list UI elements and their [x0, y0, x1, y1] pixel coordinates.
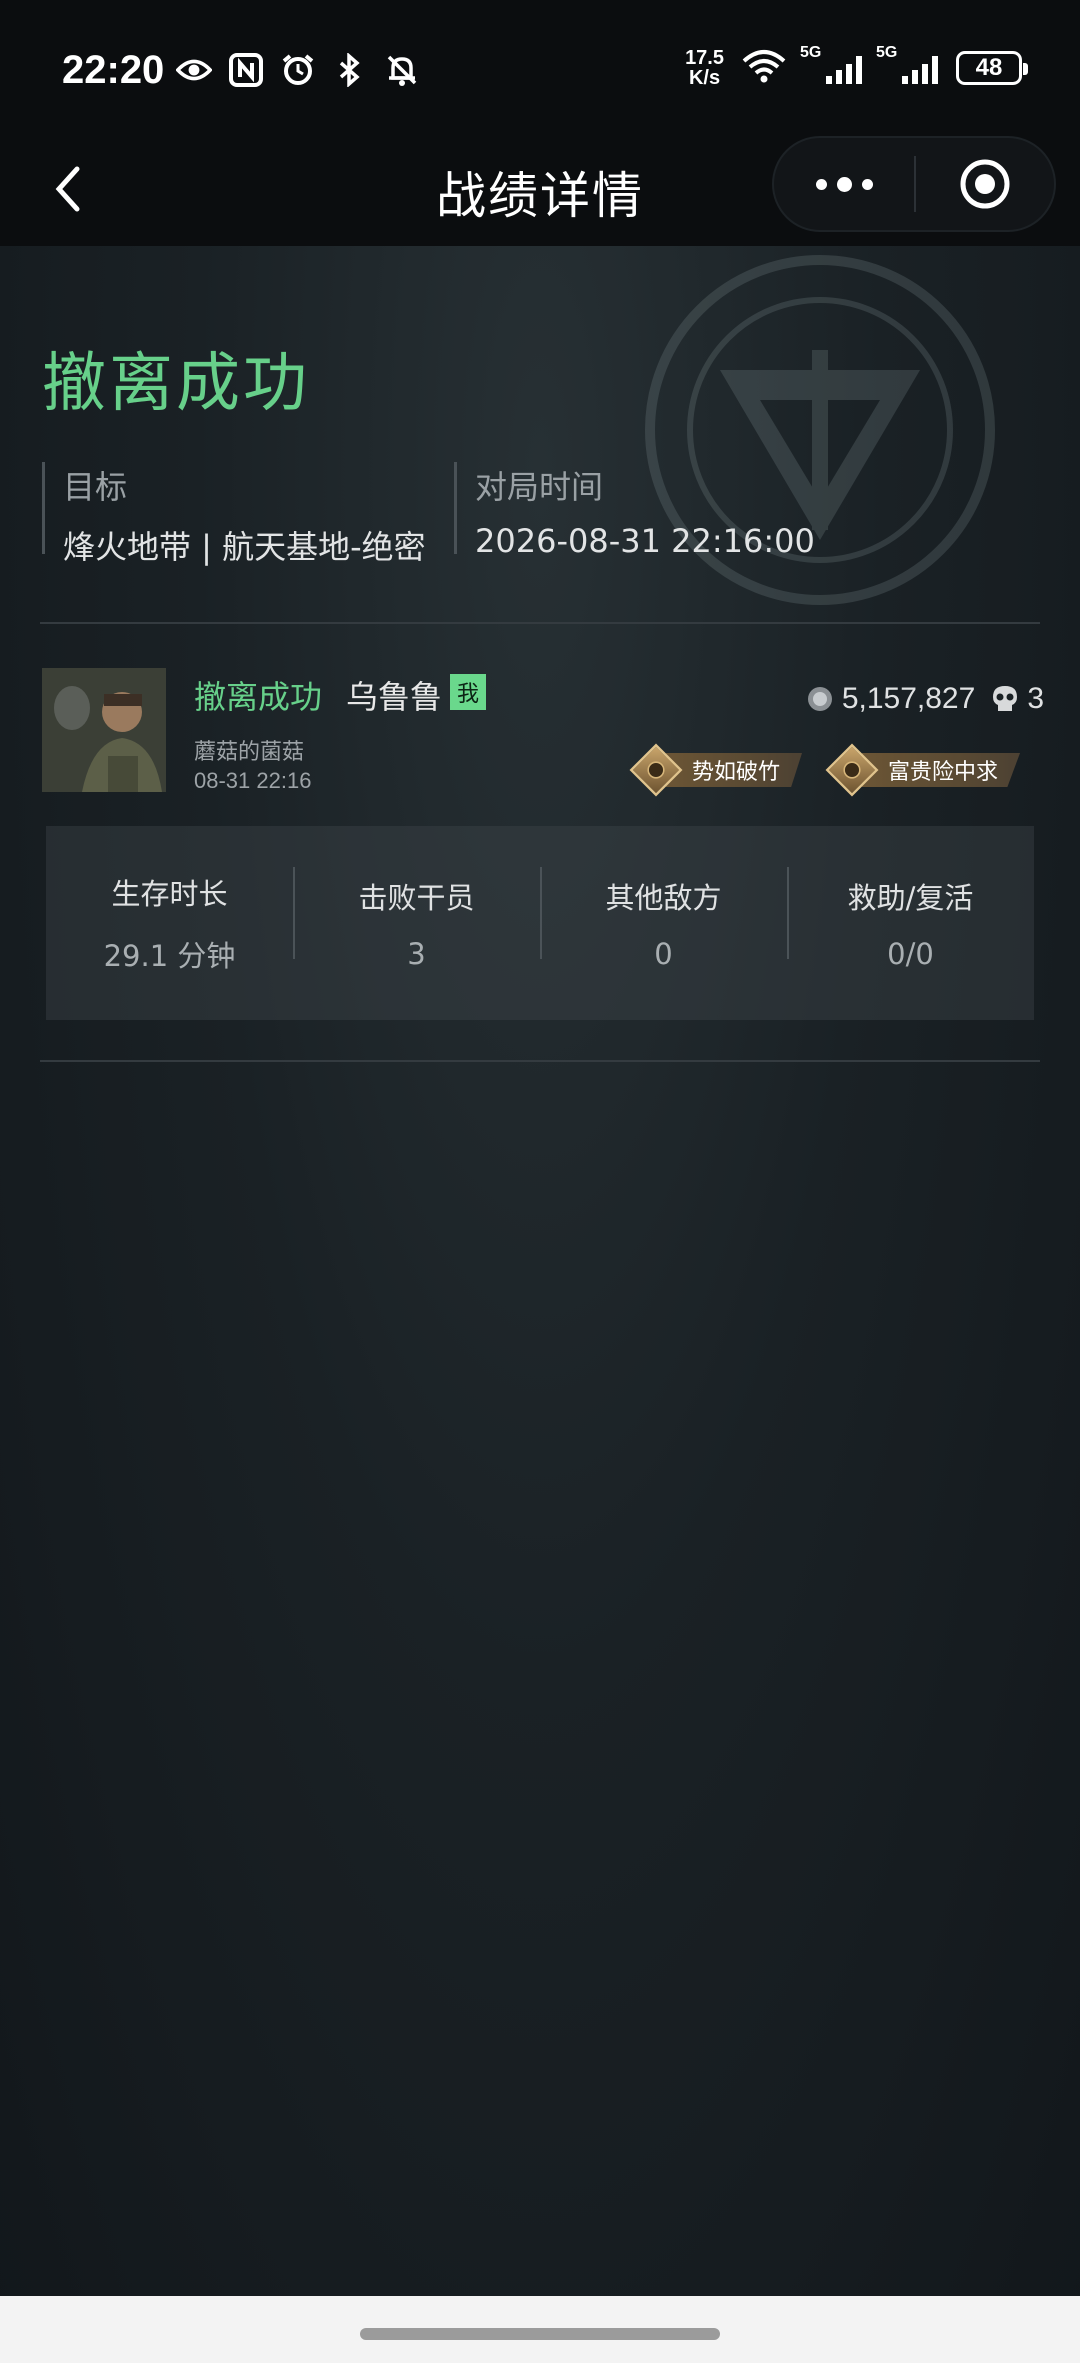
match-time-value: 2026-08-31 22:16:00	[475, 522, 815, 560]
alarm-icon	[280, 52, 316, 88]
operator-portrait-icon	[42, 668, 166, 792]
result-title: 撤离成功	[42, 347, 310, 421]
eye-icon	[176, 52, 212, 88]
player-value-row: 5,157,827 3	[806, 682, 1044, 716]
status-icons	[176, 52, 420, 88]
signal-strength-icon: 5G	[800, 44, 862, 84]
bluetooth-icon	[332, 52, 368, 88]
player-subtitle: 蘑菇的菌菇	[194, 740, 305, 765]
status-time: 22:20	[62, 48, 165, 92]
battery-icon: 48	[956, 51, 1028, 85]
target-info: 目标 烽火地带 | 航天基地-绝密	[42, 462, 426, 566]
player-kill-count: 3	[1027, 682, 1044, 715]
wifi-icon	[742, 49, 786, 87]
bell-off-icon	[384, 52, 420, 88]
target-close-icon	[960, 159, 1010, 209]
badge-1-label: 势如破竹	[666, 753, 803, 787]
medal-icon	[629, 743, 683, 797]
signal-strength-icon-2: 5G	[876, 44, 938, 84]
nfc-icon	[228, 52, 264, 88]
stat-other-enemies: 其他敌方 0	[540, 867, 787, 971]
coin-icon	[807, 687, 832, 711]
target-value: 烽火地带 | 航天基地-绝密	[63, 528, 426, 566]
nav-bar: 战绩详情	[0, 132, 1080, 246]
badge-2-label: 富贵险中求	[862, 753, 1021, 787]
player-status: 撤离成功	[194, 678, 323, 716]
match-time-info: 对局时间 2026-08-31 22:16:00	[454, 462, 815, 560]
stat-operators-defeated: 击败干员 3	[293, 867, 540, 971]
stat-rescue-revive: 救助/复活 0/0	[787, 867, 1034, 971]
network-speed: 17.5 K/s	[685, 47, 724, 89]
player-timestamp: 08-31 22:16	[194, 768, 312, 793]
badge-2: 富贵险中求	[825, 743, 1021, 797]
avatar[interactable]	[42, 668, 166, 792]
stats-card: 生存时长 29.1 分钟 击败干员 3 其他敌方 0 救助/复活 0/0	[46, 826, 1034, 1020]
player-asset-value: 5,157,827	[841, 682, 976, 715]
mini-program-capsule	[772, 136, 1056, 232]
player-name: 乌鲁鲁	[346, 678, 443, 716]
target-label: 目标	[63, 468, 128, 506]
badge-1: 势如破竹	[629, 743, 803, 797]
stat-survival-time: 生存时长 29.1 分钟	[103, 877, 236, 973]
match-time-label: 对局时间	[475, 468, 604, 506]
page: 22:20 17.5 K/s 5G 5G 48 战绩详情 撤离成功 目标 烽火地…	[0, 0, 1080, 2363]
home-indicator[interactable]	[360, 2328, 720, 2340]
gesture-area	[0, 2296, 1080, 2363]
medal-icon-2	[825, 743, 879, 797]
more-button[interactable]	[774, 138, 914, 230]
skull-icon	[993, 686, 1018, 711]
divider-bottom	[40, 1060, 1040, 1062]
status-right: 17.5 K/s 5G 5G 48	[685, 44, 1028, 89]
status-bar: 22:20 17.5 K/s 5G 5G 48	[0, 0, 1080, 132]
close-button[interactable]	[916, 138, 1054, 230]
me-tag: 我	[450, 674, 486, 710]
divider-top	[40, 622, 1040, 624]
